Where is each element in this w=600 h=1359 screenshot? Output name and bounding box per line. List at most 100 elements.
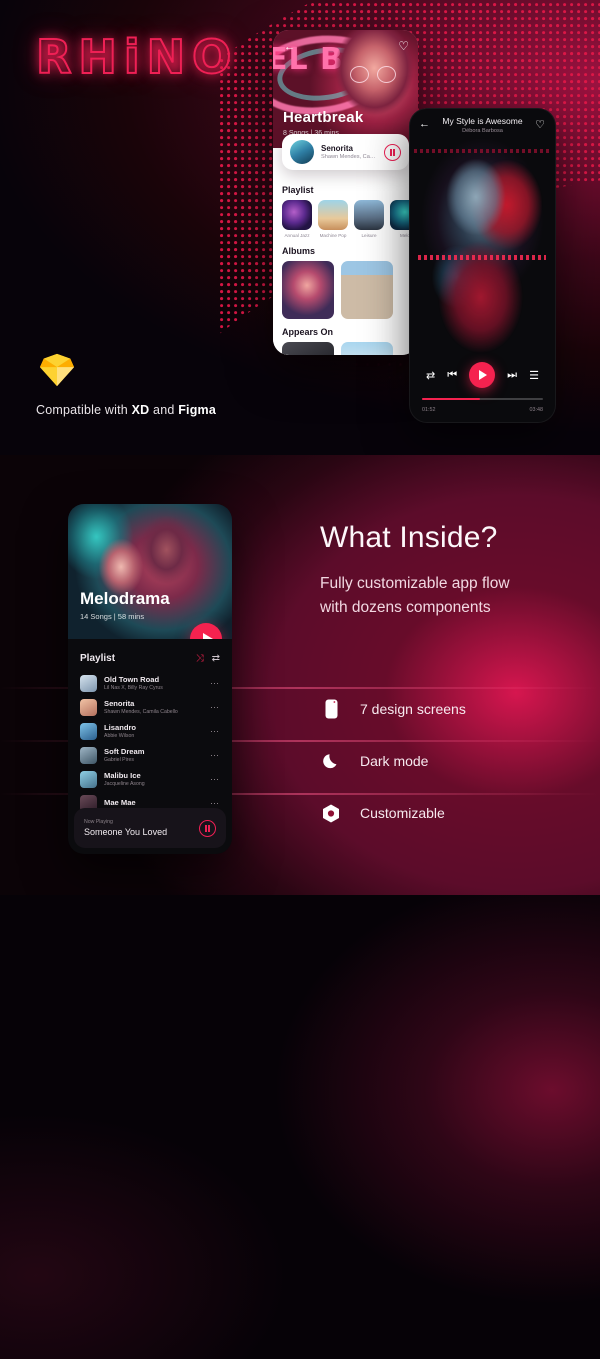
track-row[interactable]: Malibu Ice Jacqueline Asong ⋯ bbox=[68, 767, 232, 791]
more-horizontal-icon[interactable]: ⋯ bbox=[210, 798, 220, 809]
artwork-portrait bbox=[424, 153, 542, 353]
track-title: Senorita bbox=[104, 699, 135, 709]
track-artwork bbox=[80, 698, 97, 716]
mockup-collage-section: ⏮ ⏭ ☰ EL BAR ← ♡ Heartbreak 8 Songs | 36… bbox=[0, 895, 600, 1359]
compat-join: and bbox=[149, 403, 179, 417]
section-title: What Inside? bbox=[320, 521, 498, 554]
track-artwork bbox=[80, 746, 97, 764]
playlist-actions: ⤨ ⇄ bbox=[196, 653, 220, 664]
compatibility-note: Compatible with XD and Figma bbox=[36, 403, 216, 417]
feature-label: Customizable bbox=[360, 805, 445, 821]
track-row[interactable]: Old Town Road Lil Nas X, Billy Ray Cyrus… bbox=[68, 671, 232, 695]
playlist-label: Annual Jazz bbox=[284, 233, 310, 238]
seek-bar[interactable] bbox=[422, 398, 543, 400]
album-thumb[interactable] bbox=[341, 261, 393, 319]
elapsed-time: 01:52 bbox=[422, 407, 436, 413]
favorite-heart-icon[interactable]: ♡ bbox=[398, 39, 409, 53]
album-title: Heartbreak bbox=[283, 109, 364, 126]
phone-mockup-player-screen: ← My Style is Awesome Débora Barbosa ♡ ⇄… bbox=[409, 108, 556, 423]
favorite-heart-icon[interactable]: ♡ bbox=[535, 118, 545, 131]
skip-forward-icon[interactable]: ⏭ bbox=[507, 369, 517, 382]
section-subtitle: Fully customizable app flow with dozens … bbox=[320, 572, 510, 620]
melodrama-cover: Melodrama 14 Songs | 58 mins bbox=[68, 504, 232, 639]
repeat-icon[interactable]: ⇄ bbox=[212, 653, 220, 664]
playlist-header: Playlist ⤨ ⇄ bbox=[68, 639, 232, 671]
playlist-label: Machine Pop bbox=[319, 233, 347, 238]
track-meta: Mae Mae bbox=[104, 798, 203, 808]
appears-on-row bbox=[282, 342, 409, 355]
player-track-title: My Style is Awesome bbox=[442, 116, 523, 126]
play-icon[interactable] bbox=[469, 362, 496, 388]
albums-row bbox=[282, 261, 409, 319]
queue-list-icon[interactable]: ☰ bbox=[529, 369, 539, 382]
now-playing-bar[interactable]: Now Playing Someone You Loved bbox=[74, 808, 226, 848]
track-artwork bbox=[80, 770, 97, 788]
track-title: Senorita bbox=[321, 144, 354, 153]
more-horizontal-icon[interactable]: ⋯ bbox=[210, 678, 220, 689]
now-playing-title: Someone You Loved bbox=[84, 827, 168, 837]
sunglasses-decoration bbox=[350, 66, 396, 83]
appears-thumb[interactable] bbox=[341, 342, 393, 355]
track-row[interactable]: Lisandro Abbie Wilson ⋯ bbox=[68, 719, 232, 743]
playlist-row: Annual Jazz Machine Pop Leisure Melo bbox=[282, 200, 418, 238]
feature-label: 7 design screens bbox=[360, 701, 466, 717]
now-playing-meta: Now Playing Someone You Loved bbox=[84, 819, 199, 837]
now-playing-label: Now Playing bbox=[84, 819, 113, 825]
hero-section: RHiNO Compatible with XD and Figma EL BA… bbox=[0, 0, 600, 455]
section-heading-playlist: Playlist bbox=[282, 185, 314, 195]
more-horizontal-icon[interactable]: ⋯ bbox=[210, 774, 220, 785]
phone-mockup-melodrama-screen: Melodrama 14 Songs | 58 mins Playlist ⤨ … bbox=[68, 504, 232, 854]
track-meta: Senorita Shawn Mendes, Camila Cabello bbox=[104, 699, 203, 715]
track-title: Lisandro bbox=[104, 723, 137, 733]
brand-logo: RHiNO bbox=[35, 29, 239, 85]
player-controls: ⇄ ⏮ ⏭ ☰ bbox=[410, 362, 555, 388]
playlist-item[interactable]: Machine Pop bbox=[318, 200, 348, 238]
track-artist: Shawn Mendes, Camila Cabello bbox=[104, 708, 178, 715]
melodrama-title: Melodrama bbox=[80, 589, 170, 608]
track-artist: Jacqueline Asong bbox=[104, 780, 145, 787]
subtitle-line-2: with dozens components bbox=[320, 599, 491, 617]
feature-item-dark-mode: Dark mode bbox=[320, 738, 578, 784]
poster-page: RHiNO Compatible with XD and Figma EL BA… bbox=[0, 0, 600, 1359]
shuffle-icon[interactable]: ⤨ bbox=[196, 653, 204, 664]
track-meta: Lisandro Abbie Wilson bbox=[104, 723, 203, 739]
sketch-diamond-icon bbox=[39, 353, 75, 387]
back-button[interactable]: ← bbox=[282, 39, 297, 54]
appears-thumb[interactable] bbox=[282, 342, 334, 355]
track-artwork bbox=[80, 674, 97, 692]
compat-prefix: Compatible with bbox=[36, 403, 132, 417]
player-times: 01:52 03:48 bbox=[422, 407, 543, 413]
subtitle-line-1: Fully customizable app flow bbox=[320, 575, 510, 592]
moon-icon bbox=[320, 752, 342, 770]
skip-back-icon[interactable]: ⏮ bbox=[447, 369, 457, 382]
album-thumb[interactable] bbox=[282, 261, 334, 319]
playlist-item[interactable]: Leisure bbox=[354, 200, 384, 238]
playlist-item[interactable]: Annual Jazz bbox=[282, 200, 312, 238]
feature-item-customizable: Customizable bbox=[320, 790, 578, 836]
phone-icon bbox=[320, 699, 342, 719]
more-horizontal-icon[interactable]: ⋯ bbox=[210, 726, 220, 737]
repeat-icon[interactable]: ⇄ bbox=[426, 369, 435, 382]
gear-icon bbox=[320, 804, 342, 823]
track-title: Mae Mae bbox=[104, 798, 136, 808]
more-horizontal-icon[interactable]: ⋯ bbox=[210, 750, 220, 761]
glitch-line-decoration-2 bbox=[418, 255, 546, 260]
melodrama-meta: 14 Songs | 58 mins bbox=[80, 612, 145, 621]
more-horizontal-icon[interactable]: ⋯ bbox=[210, 702, 220, 713]
now-playing-card[interactable]: Senorita Shawn Mendes, Camila Cabello bbox=[282, 134, 409, 170]
track-row[interactable]: Soft Dream Gabriel Pires ⋯ bbox=[68, 743, 232, 767]
playlist-label: Leisure bbox=[361, 233, 377, 238]
compat-tool-xd: XD bbox=[131, 403, 150, 417]
feature-item-design-screens: 7 design screens bbox=[320, 686, 578, 732]
track-row[interactable]: Senorita Shawn Mendes, Camila Cabello ⋯ bbox=[68, 695, 232, 719]
playlist-thumb bbox=[318, 200, 348, 230]
section-heading-albums: Albums bbox=[282, 246, 316, 256]
player-header: ← My Style is Awesome Débora Barbosa ♡ bbox=[410, 109, 555, 139]
track-meta: Malibu Ice Jacqueline Asong bbox=[104, 771, 203, 787]
section-heading-appears-on: Appears On bbox=[282, 327, 334, 337]
pause-icon[interactable] bbox=[384, 143, 401, 161]
album-hero-image: EL BAR ← ♡ Heartbreak 8 Songs | 36 mins bbox=[273, 30, 418, 148]
pause-icon[interactable] bbox=[199, 819, 216, 837]
playlist-heading: Playlist bbox=[80, 653, 116, 664]
playlist-thumb bbox=[354, 200, 384, 230]
